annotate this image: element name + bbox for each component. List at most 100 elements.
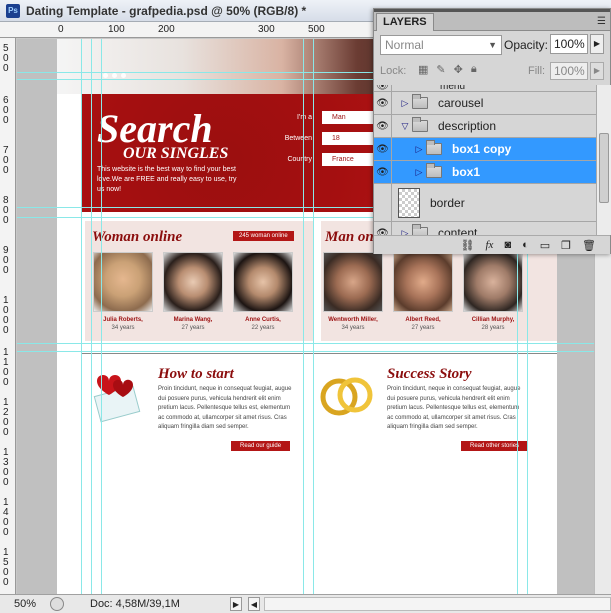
new-group-icon[interactable]: ▭ (540, 239, 550, 252)
ruler-tick: 900 (3, 245, 9, 276)
chevron-down-icon: ▼ (488, 40, 497, 50)
success-story-text: Proin tincidunt, neque in consequat feug… (387, 386, 521, 430)
layer-name: description (438, 119, 497, 133)
expand-arrow-icon[interactable]: ▷ (398, 228, 412, 236)
layer-mask-icon[interactable]: ◙ (504, 239, 511, 251)
scroll-left-icon[interactable]: ◀ (248, 597, 260, 611)
delete-layer-icon[interactable]: 🗑︎ (582, 239, 596, 252)
layer-row-box1[interactable]: 👁︎ ▷ box1 (374, 161, 596, 184)
layer-row-menu[interactable]: 👁︎ menu (374, 85, 596, 92)
ruler-tick: 1500 (3, 547, 9, 588)
profile-age: 34 years (111, 325, 135, 331)
visibility-eye-icon[interactable] (374, 184, 392, 221)
visibility-eye-icon[interactable]: 👁︎ (374, 222, 392, 235)
lock-label: Lock: (380, 65, 407, 77)
expand-arrow-icon[interactable]: ▷ (398, 98, 412, 109)
layer-list: 👁︎ menu 👁︎ ▷ carousel 👁︎ ▽ description 👁… (374, 85, 596, 235)
form-label: I'm a (297, 114, 312, 121)
form-label: Between (284, 135, 312, 142)
profile-photo (233, 252, 293, 312)
expand-arrow-icon[interactable]: ▷ (412, 144, 426, 155)
status-bar: 50% Doc: 4,58M/39,1M ▶ ◀ (0, 594, 611, 613)
link-layers-icon[interactable]: ⛓ (461, 239, 475, 252)
ruler-tick: 600 (3, 95, 9, 126)
layer-thumbnail (398, 187, 420, 218)
profile-age: 28 years (481, 325, 505, 331)
layer-row-border[interactable]: border (374, 184, 596, 222)
lock-position-icon[interactable]: ✥ (454, 63, 463, 76)
visibility-eye-icon[interactable]: 👁︎ (374, 161, 392, 183)
lock-all-icon[interactable]: 🔒︎ (471, 63, 477, 76)
layer-row-description[interactable]: 👁︎ ▽ description (374, 115, 596, 138)
visibility-eye-icon[interactable]: 👁︎ (374, 92, 392, 114)
folder-icon (412, 117, 428, 132)
guide-line[interactable] (101, 39, 102, 594)
profile-card: Albert Reed, 27 years (393, 252, 453, 331)
profile-age: 27 years (411, 325, 435, 331)
ruler-tick: 1200 (3, 397, 9, 438)
fill-slider-arrow-icon[interactable]: ▶ (590, 62, 604, 80)
ruler-tick: 100 (108, 24, 125, 35)
profile-name: Marina Wang, (173, 317, 213, 323)
profile-name: Albert Reed, (405, 317, 441, 323)
opacity-slider-arrow-icon[interactable]: ▶ (590, 34, 604, 54)
fill-input[interactable]: 100% (550, 62, 588, 80)
ruler-tick: 500 (308, 24, 325, 35)
expand-arrow-icon[interactable]: ▷ (412, 167, 426, 178)
status-menu-arrow-icon[interactable]: ▶ (230, 597, 242, 611)
profile-card: Julia Roberts, 34 years (93, 252, 153, 331)
success-story-title: Success Story (387, 366, 472, 382)
scroll-thumb[interactable] (599, 133, 609, 203)
ruler-tick: 1000 (3, 295, 9, 336)
form-field-age: 18 (322, 132, 374, 145)
visibility-eye-icon[interactable]: 👁︎ (374, 85, 392, 92)
fill-label: Fill: (528, 65, 546, 77)
profile-photo (163, 252, 223, 312)
carousel-dot (112, 73, 117, 78)
lock-pixels-icon[interactable]: ✎ (436, 63, 445, 76)
opacity-input[interactable]: 100% (550, 34, 588, 54)
lock-transparency-icon[interactable]: ▦ (418, 63, 428, 76)
guide-line[interactable] (17, 351, 594, 352)
search-subtitle: OUR SINGLES (123, 145, 229, 162)
layer-row-content[interactable]: 👁︎ ▷ content (374, 222, 596, 235)
layer-name: box1 copy (452, 142, 512, 156)
hearts-icon (93, 375, 141, 423)
carousel-dot (121, 73, 126, 78)
folder-icon (426, 140, 442, 155)
tab-layers[interactable]: LAYERS (376, 13, 434, 31)
read-guide-button: Read our guide (231, 441, 291, 451)
layer-row-box1-copy[interactable]: 👁︎ ▷ box1 copy (374, 138, 596, 161)
woman-online-title: Woman online (92, 229, 183, 245)
profile-card: Anne Curtis, 22 years (233, 252, 293, 331)
search-description: This website is the best way to find you… (97, 166, 237, 193)
ruler-tick: 1300 (3, 447, 9, 488)
visibility-eye-icon[interactable]: 👁︎ (374, 115, 392, 137)
guide-line[interactable] (91, 39, 92, 594)
new-layer-icon[interactable]: ❐ (561, 239, 571, 252)
profile-name: Cillian Murphy, (471, 317, 515, 323)
guide-line[interactable] (17, 343, 594, 344)
guide-line[interactable] (313, 39, 314, 594)
profile-name: Julia Roberts, (103, 317, 143, 323)
layer-name: box1 (452, 165, 481, 179)
guide-line[interactable] (81, 39, 82, 594)
guide-line[interactable] (303, 39, 304, 594)
layer-style-icon[interactable]: fx (485, 239, 493, 251)
ruler-tick: 1400 (3, 497, 9, 538)
blend-mode-select[interactable]: Normal ▼ (380, 35, 502, 55)
profile-photo (463, 252, 523, 312)
vertical-ruler[interactable]: 500 600 700 800 900 1000 1100 1200 1300 … (0, 38, 16, 594)
layers-scrollbar[interactable] (596, 85, 611, 235)
zoom-level[interactable]: 50% (0, 598, 44, 610)
collapse-arrow-icon[interactable]: ▽ (398, 121, 412, 132)
form-field-country: France (322, 153, 374, 166)
adjustment-layer-icon[interactable]: ◐ (522, 239, 529, 251)
doc-status-icon[interactable] (50, 597, 64, 611)
lock-controls: ▦ ✎ ✥ 🔒︎ (418, 63, 477, 76)
layer-row-carousel[interactable]: 👁︎ ▷ carousel (374, 92, 596, 115)
panel-menu-icon[interactable]: ☰ (597, 16, 606, 27)
horizontal-scrollbar[interactable] (264, 597, 611, 611)
visibility-eye-icon[interactable]: 👁︎ (374, 138, 392, 160)
profile-photo (323, 252, 383, 312)
